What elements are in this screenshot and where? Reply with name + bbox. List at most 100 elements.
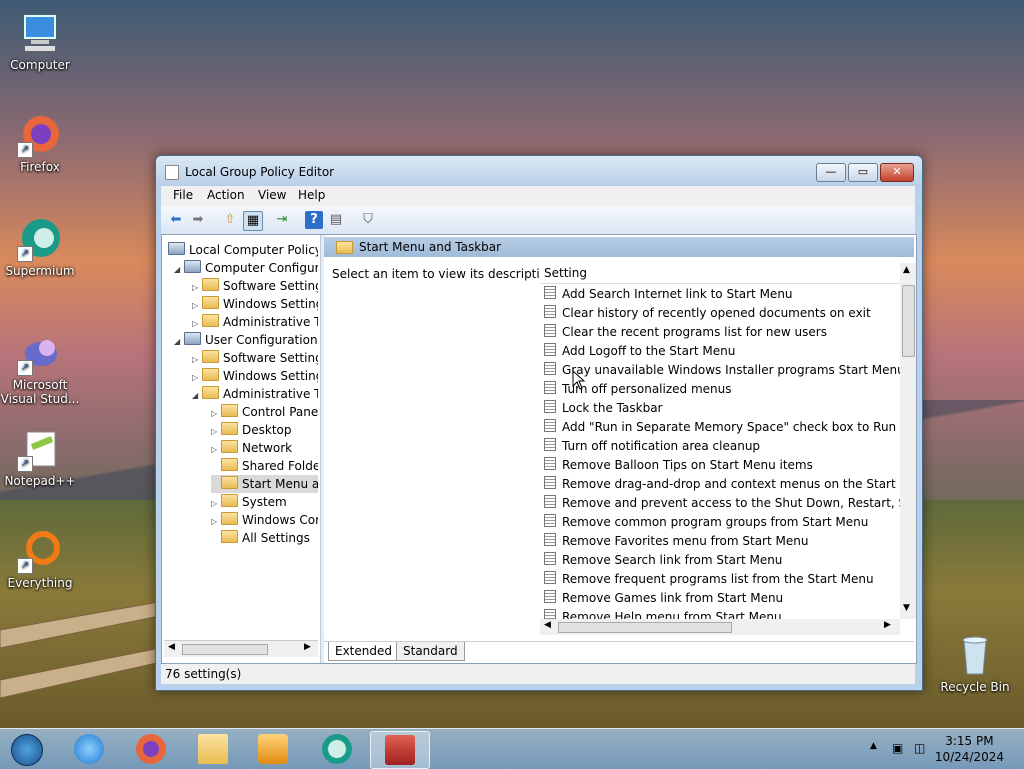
- start-button[interactable]: [0, 731, 54, 767]
- setting-row[interactable]: Gray unavailable Windows Installer progr…: [540, 361, 900, 380]
- list-horizontal-scrollbar[interactable]: ◀ ▶: [540, 619, 900, 635]
- show-hidden-icons-chevron[interactable]: ▲: [870, 741, 877, 751]
- setting-row[interactable]: Remove Favorites menu from Start Menu: [540, 532, 900, 551]
- desktop-icon-supermium[interactable]: ↗ Supermium: [0, 216, 80, 278]
- forward-arrow-icon[interactable]: ➡: [189, 211, 207, 229]
- tree-item[interactable]: ▷ Desktop: [211, 421, 292, 439]
- setting-row[interactable]: Add Search Internet link to Start Menu: [540, 285, 900, 304]
- main-content: Local Computer Policy ◢ Computer Configura…: [161, 234, 917, 664]
- taskbar-firefox[interactable]: [124, 731, 178, 767]
- menu-view[interactable]: View: [258, 188, 286, 202]
- close-button[interactable]: ✕: [880, 163, 914, 182]
- setting-row[interactable]: Remove common program groups from Start …: [540, 513, 900, 532]
- setting-row[interactable]: Remove drag-and-drop and context menus o…: [540, 475, 900, 494]
- tree-item[interactable]: ▷ Windows Setting: [192, 367, 318, 385]
- minimize-button[interactable]: —: [816, 163, 846, 182]
- taskbar-media-player[interactable]: [246, 731, 300, 767]
- setting-row[interactable]: Remove and prevent access to the Shut Do…: [540, 494, 900, 513]
- setting-column-label: Setting: [544, 266, 587, 280]
- scroll-thumb[interactable]: [182, 644, 268, 655]
- wallpaper-fence: [0, 600, 170, 699]
- scroll-right-icon[interactable]: ▶: [304, 642, 311, 652]
- desktop-icon-notepad-plus-plus[interactable]: ↗ Notepad++: [0, 426, 80, 488]
- setting-row[interactable]: Add Logoff to the Start Menu: [540, 342, 900, 361]
- tree-item[interactable]: ◢ Computer Configura: [174, 259, 318, 277]
- menu-help[interactable]: Help: [298, 188, 325, 202]
- setting-label: Remove Search link from Start Menu: [562, 553, 783, 567]
- tree-item[interactable]: ▷Software Settings: [192, 277, 318, 295]
- setting-row[interactable]: Clear history of recently opened documen…: [540, 304, 900, 323]
- setting-row[interactable]: Lock the Taskbar: [540, 399, 900, 418]
- scroll-down-icon[interactable]: ▼: [903, 603, 910, 613]
- tree-item[interactable]: ▷ Windows Setting: [192, 295, 318, 313]
- tree-item[interactable]: ▷ System: [211, 493, 287, 511]
- tree-item[interactable]: All Settings: [211, 529, 310, 547]
- volume-icon[interactable]: ◫: [914, 741, 925, 755]
- setting-row[interactable]: Turn off notification area cleanup: [540, 437, 900, 456]
- collapse-arrow-icon[interactable]: ◢: [174, 261, 184, 279]
- tree-item[interactable]: ◢ Administrative Te: [192, 385, 318, 403]
- policy-setting-icon: [544, 362, 556, 375]
- internet-explorer-icon: [74, 734, 104, 764]
- taskbar-internet-explorer[interactable]: [62, 731, 116, 767]
- tab-standard[interactable]: Standard: [396, 642, 465, 661]
- tree-item[interactable]: Start Menu ar: [211, 475, 318, 493]
- desktop-icon-firefox[interactable]: ↗ Firefox: [0, 112, 80, 174]
- clock[interactable]: 3:15 PM 10/24/2024: [935, 733, 1004, 765]
- desktop-icon-computer[interactable]: Computer: [0, 10, 80, 72]
- scroll-thumb[interactable]: [902, 285, 915, 357]
- collapse-arrow-icon[interactable]: ◢: [174, 333, 184, 351]
- menu-action[interactable]: Action: [207, 188, 245, 202]
- setting-row[interactable]: Add "Run in Separate Memory Space" check…: [540, 418, 900, 437]
- tab-extended[interactable]: Extended: [328, 642, 399, 661]
- back-arrow-icon[interactable]: ⬅: [167, 211, 185, 229]
- tree-item[interactable]: ▷Software Settings: [192, 349, 318, 367]
- scroll-left-icon[interactable]: ◀: [168, 642, 175, 652]
- setting-row[interactable]: Remove Balloon Tips on Start Menu items: [540, 456, 900, 475]
- properties-icon[interactable]: ▤: [327, 211, 345, 229]
- tree-item-label: All Settings: [242, 531, 310, 545]
- tree-item[interactable]: ▷ Windows Cor: [211, 511, 318, 529]
- taskbar-explorer[interactable]: [186, 731, 240, 767]
- tree-item[interactable]: ▷ Administrative Te: [192, 313, 318, 331]
- setting-row[interactable]: Remove frequent programs list from the S…: [540, 570, 900, 589]
- maximize-button[interactable]: ▭: [848, 163, 878, 182]
- taskbar-supermium[interactable]: [310, 731, 364, 767]
- title-bar[interactable]: Local Group Policy Editor — ▭ ✕: [156, 156, 922, 186]
- filter-icon[interactable]: ⛉: [359, 211, 377, 229]
- desktop-icon-recycle-bin[interactable]: Recycle Bin: [935, 632, 1015, 694]
- collapse-arrow-icon[interactable]: ◢: [192, 387, 202, 405]
- tree-item[interactable]: Shared Folder: [211, 457, 318, 475]
- list-vertical-scrollbar[interactable]: ▲ ▼: [900, 263, 916, 619]
- tree-item[interactable]: ▷ Network: [211, 439, 292, 457]
- folder-icon: [221, 458, 238, 471]
- setting-column-header[interactable]: Setting: [540, 263, 900, 284]
- mouse-cursor-icon: [572, 370, 586, 390]
- tree-horizontal-scrollbar[interactable]: ◀ ▶: [164, 640, 318, 657]
- scroll-up-icon[interactable]: ▲: [903, 265, 910, 275]
- setting-label: Turn off personalized menus: [562, 382, 732, 396]
- scroll-thumb[interactable]: [558, 622, 732, 633]
- help-icon[interactable]: ?: [305, 211, 323, 229]
- setting-row[interactable]: Turn off personalized menus: [540, 380, 900, 399]
- tree-item[interactable]: Local Computer Policy: [168, 241, 318, 259]
- setting-row[interactable]: Remove Games link from Start Menu: [540, 589, 900, 608]
- folder-icon: [202, 296, 219, 309]
- show-hide-tree-icon[interactable]: ▦: [243, 211, 263, 231]
- desktop-icon-visual-studio[interactable]: ↗ Microsoft Visual Stud...: [0, 330, 80, 406]
- network-status-icon[interactable]: ▣: [892, 741, 903, 755]
- desktop-icon-everything[interactable]: ↗ Everything: [0, 528, 80, 590]
- scroll-right-icon[interactable]: ▶: [884, 620, 891, 630]
- status-text: 76 setting(s): [165, 667, 242, 681]
- scroll-left-icon[interactable]: ◀: [544, 620, 551, 630]
- export-list-icon[interactable]: ⇥: [273, 211, 291, 229]
- setting-row[interactable]: Remove Search link from Start Menu: [540, 551, 900, 570]
- up-folder-icon[interactable]: ⇧: [221, 211, 239, 229]
- taskbar-group-policy-editor[interactable]: [370, 731, 430, 769]
- setting-row[interactable]: Clear the recent programs list for new u…: [540, 323, 900, 342]
- desktop-icon-label: Recycle Bin: [940, 680, 1010, 694]
- menu-file[interactable]: File: [173, 188, 193, 202]
- setting-label: Remove Games link from Start Menu: [562, 591, 784, 605]
- tree-item[interactable]: ◢ User Configuration: [174, 331, 318, 349]
- tree-item[interactable]: ▷ Control Panel: [211, 403, 318, 421]
